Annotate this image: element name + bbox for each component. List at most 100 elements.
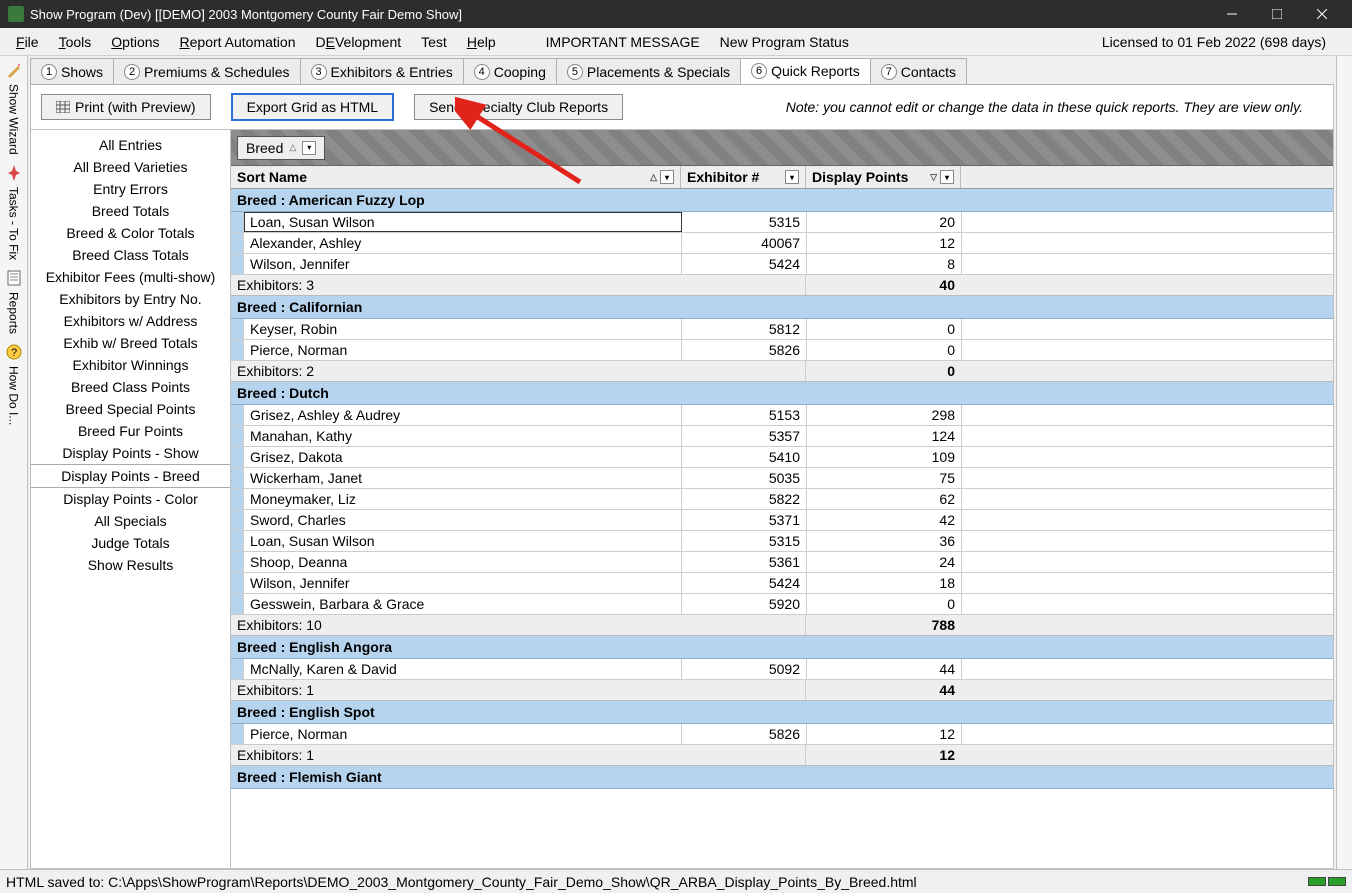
table-row[interactable]: Keyser, Robin58120 (231, 319, 1333, 340)
group-header[interactable]: Breed : Flemish Giant (231, 766, 1333, 789)
row-indent (231, 447, 244, 467)
row-indent (231, 319, 244, 339)
table-row[interactable]: Grisez, Dakota5410109 (231, 447, 1333, 468)
report-item[interactable]: Breed Totals (31, 200, 230, 222)
col-header-display-points[interactable]: Display Points ▽ ▾ (806, 166, 961, 188)
report-item[interactable]: Breed & Color Totals (31, 222, 230, 244)
print-button[interactable]: Print (with Preview) (41, 94, 211, 120)
tab-label: Contacts (901, 64, 956, 80)
cell-exhibitor-num: 5812 (682, 319, 807, 339)
table-row[interactable]: Wilson, Jennifer542418 (231, 573, 1333, 594)
send-button-label: Send Specialty Club Reports (429, 99, 608, 115)
right-edge (1336, 56, 1352, 869)
tab-contacts[interactable]: 7Contacts (870, 58, 967, 84)
tab-exhibitors-entries[interactable]: 3Exhibitors & Entries (300, 58, 464, 84)
cell-sort-name: Loan, Susan Wilson (244, 531, 682, 551)
group-by-band[interactable]: Breed △ ▾ (231, 130, 1333, 166)
chevron-down-icon[interactable]: ▾ (785, 170, 799, 184)
group-header[interactable]: Breed : Californian (231, 296, 1333, 319)
window-controls (1209, 0, 1344, 28)
report-item[interactable]: Exhibitor Winnings (31, 354, 230, 376)
tab-cooping[interactable]: 4Cooping (463, 58, 557, 84)
cell-display-points: 124 (807, 426, 962, 446)
cell-exhibitor-num: 5822 (682, 489, 807, 509)
table-row[interactable]: Pierce, Norman58260 (231, 340, 1333, 361)
report-item[interactable]: Exhibitors by Entry No. (31, 288, 230, 310)
chevron-down-icon[interactable]: ▾ (302, 141, 316, 155)
export-button-label: Export Grid as HTML (247, 99, 378, 115)
tab-shows[interactable]: 1Shows (30, 58, 114, 84)
cell-exhibitor-num: 5035 (682, 468, 807, 488)
table-row[interactable]: Sword, Charles537142 (231, 510, 1333, 531)
report-item[interactable]: Display Points - Color (31, 488, 230, 510)
cell-display-points: 75 (807, 468, 962, 488)
table-row[interactable]: Grisez, Ashley & Audrey5153298 (231, 405, 1333, 426)
menu-new-program-status[interactable]: New Program Status (710, 31, 859, 53)
report-item[interactable]: Entry Errors (31, 178, 230, 200)
tool-help[interactable]: ? How Do I... (6, 344, 22, 429)
menu-test[interactable]: Test (411, 31, 457, 53)
tool-tasks[interactable]: Tasks - To Fix (6, 165, 22, 264)
send-specialty-button[interactable]: Send Specialty Club Reports (414, 94, 623, 120)
sort-desc-icon: ▽ (930, 172, 937, 183)
cell-sort-name: Manahan, Kathy (244, 426, 682, 446)
close-button[interactable] (1299, 0, 1344, 28)
chevron-down-icon[interactable]: ▾ (940, 170, 954, 184)
report-item[interactable]: Exhib w/ Breed Totals (31, 332, 230, 354)
menu-help[interactable]: Help (457, 31, 506, 53)
export-html-button[interactable]: Export Grid as HTML (231, 93, 394, 121)
report-item[interactable]: Breed Class Totals (31, 244, 230, 266)
table-row[interactable]: Loan, Susan Wilson531520 (231, 212, 1333, 233)
minimize-button[interactable] (1209, 0, 1254, 28)
tab-placements-specials[interactable]: 5Placements & Specials (556, 58, 741, 84)
menu-tools[interactable]: Tools (49, 31, 102, 53)
group-header[interactable]: Breed : English Angora (231, 636, 1333, 659)
menu-important-message[interactable]: IMPORTANT MESSAGE (536, 31, 710, 53)
report-item[interactable]: Exhibitor Fees (multi-show) (31, 266, 230, 288)
status-text: HTML saved to: C:\Apps\ShowProgram\Repor… (6, 874, 917, 890)
grid-body[interactable]: Breed : American Fuzzy LopLoan, Susan Wi… (231, 189, 1333, 868)
table-row[interactable]: Manahan, Kathy5357124 (231, 426, 1333, 447)
table-row[interactable]: McNally, Karen & David509244 (231, 659, 1333, 680)
tab-premiums-schedules[interactable]: 2Premiums & Schedules (113, 58, 301, 84)
report-item[interactable]: Judge Totals (31, 532, 230, 554)
report-item[interactable]: All Specials (31, 510, 230, 532)
table-row[interactable]: Wickerham, Janet503575 (231, 468, 1333, 489)
report-item[interactable]: All Breed Varieties (31, 156, 230, 178)
tab-quick-reports[interactable]: 6Quick Reports (740, 58, 871, 84)
menu-report-automation[interactable]: Report Automation (170, 31, 306, 53)
maximize-button[interactable] (1254, 0, 1299, 28)
report-item[interactable]: All Entries (31, 134, 230, 156)
col-header-sort-name[interactable]: Sort Name △ ▾ (231, 166, 681, 188)
tool-reports[interactable]: Reports (6, 270, 22, 338)
cell-display-points: 12 (807, 724, 962, 744)
group-header[interactable]: Breed : Dutch (231, 382, 1333, 405)
report-item[interactable]: Exhibitors w/ Address (31, 310, 230, 332)
report-item[interactable]: Breed Special Points (31, 398, 230, 420)
table-row[interactable]: Alexander, Ashley4006712 (231, 233, 1333, 254)
report-item[interactable]: Display Points - Show (31, 442, 230, 464)
table-row[interactable]: Gesswein, Barbara & Grace59200 (231, 594, 1333, 615)
table-row[interactable]: Wilson, Jennifer54248 (231, 254, 1333, 275)
group-header[interactable]: Breed : American Fuzzy Lop (231, 189, 1333, 212)
table-row[interactable]: Pierce, Norman582612 (231, 724, 1333, 745)
menu-development[interactable]: DEVelopment (306, 31, 412, 53)
row-indent (231, 724, 244, 744)
group-header[interactable]: Breed : English Spot (231, 701, 1333, 724)
cell-exhibitor-num: 5410 (682, 447, 807, 467)
summary-label: Exhibitors: 2 (231, 361, 806, 381)
report-item[interactable]: Display Points - Breed (31, 464, 230, 488)
group-chip-breed[interactable]: Breed △ ▾ (237, 136, 325, 160)
table-row[interactable]: Loan, Susan Wilson531536 (231, 531, 1333, 552)
chevron-down-icon[interactable]: ▾ (660, 170, 674, 184)
report-item[interactable]: Breed Fur Points (31, 420, 230, 442)
tool-show-wizard[interactable]: Show Wizard (6, 62, 22, 159)
report-item[interactable]: Breed Class Points (31, 376, 230, 398)
report-item[interactable]: Show Results (31, 554, 230, 576)
table-row[interactable]: Shoop, Deanna536124 (231, 552, 1333, 573)
menu-options[interactable]: Options (101, 31, 169, 53)
col-header-exhibitor-num[interactable]: Exhibitor # ▾ (681, 166, 806, 188)
summary-total: 12 (806, 745, 961, 765)
table-row[interactable]: Moneymaker, Liz582262 (231, 489, 1333, 510)
menu-file[interactable]: File (6, 31, 49, 53)
